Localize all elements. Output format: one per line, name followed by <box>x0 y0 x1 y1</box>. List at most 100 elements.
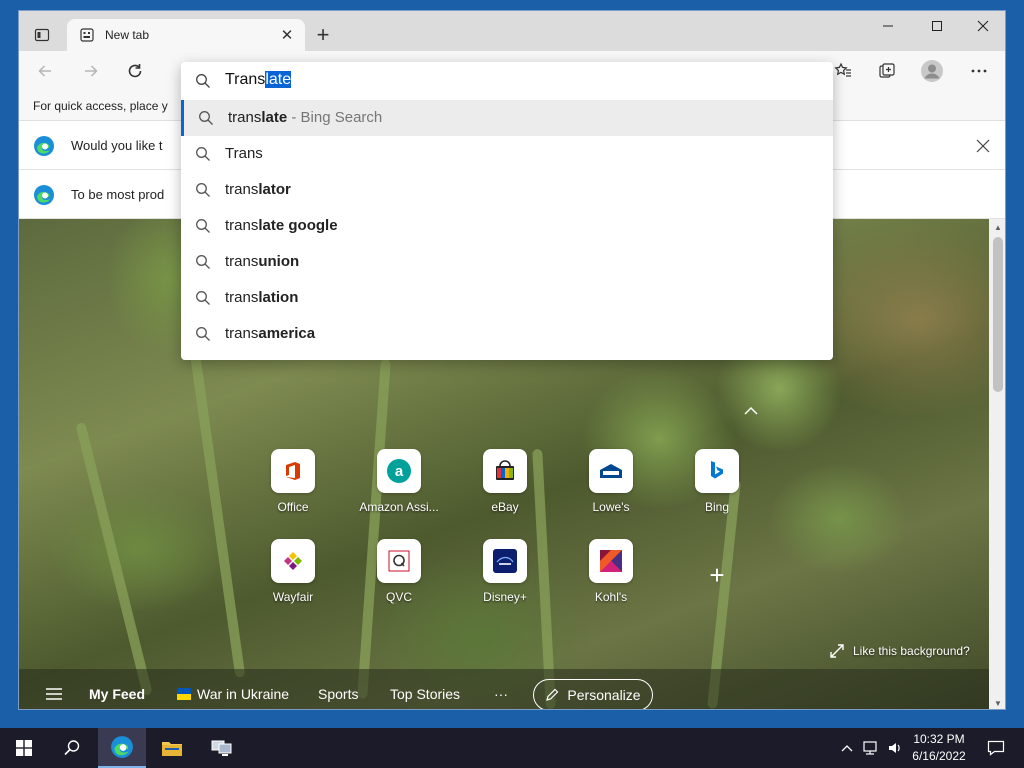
disney-icon <box>483 539 527 583</box>
personalize-button[interactable]: Personalize <box>533 679 653 709</box>
tab-actions-button[interactable] <box>27 21 57 49</box>
start-button[interactable] <box>0 728 48 768</box>
taskbar-search-button[interactable] <box>48 728 96 768</box>
quick-link-label: Bing <box>704 500 730 514</box>
quick-link-ebay[interactable]: eBay <box>465 449 545 529</box>
feed-more-button[interactable]: ··· <box>494 669 508 709</box>
like-background-link[interactable]: Like this background? <box>829 643 970 659</box>
edge-logo-icon <box>34 184 54 205</box>
favorites-star-icon <box>834 62 851 77</box>
profile-button[interactable] <box>916 56 948 86</box>
suggestion-text: transamerica <box>225 325 315 342</box>
search-icon <box>64 740 80 756</box>
infobar-close-button[interactable] <box>971 134 995 158</box>
taskbar-network-app[interactable] <box>198 728 246 768</box>
quick-link-label: Disney+ <box>483 590 527 604</box>
personalize-label: Personalize <box>567 687 641 703</box>
edge-logo-icon <box>34 135 54 156</box>
tab-top-stories[interactable]: Top Stories <box>390 669 460 709</box>
quick-link-amazon[interactable]: a Amazon Assi... <box>359 449 439 529</box>
action-center-button[interactable] <box>976 728 1016 768</box>
suggestion-text: translation <box>225 289 298 306</box>
suggestion-completion: lator <box>258 181 291 198</box>
lowes-icon <box>589 449 633 493</box>
tab-my-feed[interactable]: My Feed <box>89 669 146 709</box>
tab-label: War in Ukraine <box>197 686 290 702</box>
more-dots-icon: ··· <box>494 686 508 702</box>
tab-new-tab[interactable]: New tab ✕ <box>67 19 305 51</box>
show-hidden-icons-button[interactable] <box>838 728 856 768</box>
taskbar-file-explorer[interactable] <box>148 728 196 768</box>
feed-menu-button[interactable] <box>45 669 63 709</box>
favorites-bar-hint: For quick access, place y <box>33 99 168 113</box>
suggestion-text: transunion <box>225 253 299 270</box>
scroll-up-icon[interactable]: ▲ <box>989 219 1005 235</box>
tab-war-in-ukraine[interactable]: War in Ukraine <box>177 669 290 709</box>
browser-window: New tab ✕ + For quick access, place y Wo… <box>18 10 1006 710</box>
suggestion-item[interactable]: transamerica <box>181 316 833 352</box>
page-scrollbar[interactable]: ▲ ▼ <box>989 219 1005 709</box>
suggestion-item[interactable]: translation <box>181 280 833 316</box>
quick-link-wayfair[interactable]: Wayfair <box>253 539 333 619</box>
close-window-button[interactable] <box>960 11 1005 41</box>
scrollbar-thumb[interactable] <box>993 237 1003 392</box>
suggestion-completion: late google <box>258 217 338 234</box>
chevron-up-icon <box>841 745 853 752</box>
tab-strip: New tab ✕ + <box>19 11 1005 51</box>
clock-date: 6/16/2022 <box>912 749 966 763</box>
tab-label: My Feed <box>89 686 146 702</box>
taskbar-edge[interactable] <box>98 728 146 768</box>
suggestion-item[interactable]: Trans <box>181 136 833 172</box>
collapse-links-button[interactable] <box>739 399 763 423</box>
wayfair-icon <box>271 539 315 583</box>
volume-button[interactable] <box>884 728 906 768</box>
suggestion-text: translate - Bing Search <box>228 109 382 126</box>
quick-link-label: QVC <box>385 590 412 604</box>
suggestion-completion: lation <box>258 289 299 306</box>
tab-sports[interactable]: Sports <box>318 669 358 709</box>
suggestion-item[interactable]: translate google <box>181 208 833 244</box>
quick-link-qvc[interactable]: QVC <box>359 539 439 619</box>
address-bar-dropdown: Translate translate - Bing Search Trans … <box>181 62 833 360</box>
quick-link-disney[interactable]: Disney+ <box>465 539 545 619</box>
address-input[interactable]: Translate <box>181 62 833 100</box>
quick-link-office[interactable]: Office <box>253 449 333 529</box>
quick-link-bing[interactable]: Bing <box>677 449 757 529</box>
suggestion-prefix: trans <box>225 253 259 270</box>
maximize-button[interactable] <box>914 11 960 41</box>
back-button[interactable] <box>29 56 61 86</box>
close-icon <box>977 20 989 32</box>
like-background-label: Like this background? <box>853 644 970 658</box>
suggestion-item[interactable]: transunion <box>181 244 833 280</box>
settings-more-button[interactable] <box>963 56 995 86</box>
suggestion-prefix: trans <box>225 289 259 306</box>
suggestion-item[interactable]: translate - Bing Search <box>181 100 833 136</box>
suggestion-prefix: trans <box>228 109 262 126</box>
quick-link-label: Wayfair <box>272 590 314 604</box>
collections-button[interactable] <box>871 56 903 86</box>
suggestion-text: translator <box>225 181 291 198</box>
network-computers-icon <box>211 740 232 756</box>
network-status-button[interactable] <box>860 728 882 768</box>
quick-link-label: Kohl's <box>594 590 628 604</box>
background-decoration <box>357 359 391 699</box>
scroll-down-icon[interactable]: ▼ <box>989 695 1005 709</box>
suggestion-item[interactable]: translator <box>181 172 833 208</box>
more-dots-icon <box>971 69 987 73</box>
forward-button[interactable] <box>75 56 107 86</box>
tab-close-icon[interactable]: ✕ <box>275 23 299 47</box>
quick-link-kohls[interactable]: Kohl's <box>571 539 651 619</box>
new-tab-button[interactable]: + <box>309 21 337 49</box>
add-quick-link-button[interactable]: + <box>695 553 739 597</box>
minimize-button[interactable] <box>865 11 911 41</box>
refresh-button[interactable] <box>119 56 151 86</box>
windows-logo-icon <box>16 740 32 756</box>
suggestion-prefix: trans <box>225 217 259 234</box>
quick-link-lowes[interactable]: Lowe's <box>571 449 651 529</box>
suggestion-completion: america <box>258 325 316 342</box>
address-text: Translate <box>225 71 292 89</box>
network-icon <box>863 741 877 755</box>
speaker-icon <box>889 743 900 753</box>
taskbar-clock[interactable]: 10:32 PM 6/16/2022 <box>906 731 972 765</box>
bing-icon <box>695 449 739 493</box>
